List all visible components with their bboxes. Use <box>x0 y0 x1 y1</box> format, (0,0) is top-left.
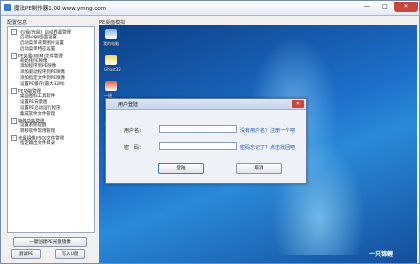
collapse-toggle-icon[interactable]: - <box>11 88 17 94</box>
tree-item[interactable]: 桌面图标工具软件 <box>20 94 55 100</box>
config-panel: 配置信息 - 《U盘/光盘》启动界面管理 启动Logo画面设置 启动菜单背景图片设置启… <box>7 19 95 261</box>
config-panel-label: 配置信息 <box>7 20 28 26</box>
tree-item-label: 设置PE缓存(最大32M) <box>20 82 65 88</box>
login-dialog-close-button[interactable]: ✕ <box>292 100 304 108</box>
tree-item-label: 设置系统提醒 <box>20 123 47 129</box>
collapse-toggle-icon[interactable]: - <box>11 135 17 142</box>
login-button[interactable]: 登陆 <box>158 163 204 174</box>
computer-icon-label: 我的电脑 <box>103 41 119 46</box>
tree-item-label: 启动菜单特征设置 <box>20 46 56 52</box>
tree-item[interactable]: 启动菜单背景图片设置 <box>20 41 64 47</box>
tree-item-label: 集成软件文件管理 <box>20 111 56 117</box>
tree-item[interactable]: 添加指定文件到PE映像 <box>20 76 65 82</box>
config-tree[interactable]: - 《U盘/光盘》启动界面管理 启动Logo画面设置 启动菜单背景图片设置 启动菜单特征… <box>7 26 95 233</box>
cancel-button[interactable]: 取消 <box>236 163 282 174</box>
tree-item[interactable]: 设置PE背景图 <box>20 100 47 106</box>
login-dialog-title: 用户登陆 <box>118 102 139 108</box>
tree-item-label: 添加指定文件到PE映像 <box>20 76 65 82</box>
login-dialog-titlebar: 用户登陆 ✕ <box>106 99 306 110</box>
watermark-logo: 一只锦鲤 <box>369 251 394 258</box>
tree-item-label: 添加程序到PE映像 <box>20 64 57 70</box>
tool-icon[interactable] <box>105 81 117 91</box>
app-window: 魔法PE制作器1.00 www.ymng.com — □ ✕ 配置信息 - 《U盘… <box>0 0 420 264</box>
tree-item-label: 指定输出文件目录 <box>20 141 56 147</box>
create-iso-button[interactable]: 一键创建PE光盘镜像 <box>13 237 87 247</box>
tree-item[interactable]: 启动菜单特征设置 <box>20 47 55 53</box>
forgot-password-link[interactable]: 密码忘记了？点击找回吧 <box>240 144 295 151</box>
tree-item-label: 设置PE背景图 <box>20 99 48 105</box>
tree-item-label: 添加驱动程序到PE映像 <box>20 70 65 76</box>
computer-icon[interactable] <box>105 29 117 39</box>
tree-item[interactable]: 集成软件文件管理 <box>20 112 55 118</box>
test-pe-button[interactable]: 测试PE <box>11 249 41 259</box>
tree-item-label: 设置PE启动运行程序 <box>20 105 61 111</box>
collapse-toggle-icon[interactable]: - <box>11 117 17 124</box>
app-icon <box>4 4 11 11</box>
password-input[interactable] <box>159 142 237 150</box>
collapse-toggle-icon[interactable]: - <box>11 29 17 35</box>
tree-item-label: 启动Logo画面设置 <box>20 34 57 40</box>
collapse-toggle-icon[interactable]: - <box>11 52 17 59</box>
username-label: 用户名： <box>124 128 145 134</box>
window-title: 魔法PE制作器1.00 www.ymng.com <box>14 6 107 12</box>
login-dialog: 用户登陆 ✕ 用户名： 没有用户名？注册一个吧 密 码： 密码忘记了？点击找回吧… <box>105 98 307 184</box>
ghost-icon-label: Ghost32 <box>104 67 121 72</box>
ghost-icon[interactable] <box>105 55 117 65</box>
tree-item-label: 初始化PE映像 <box>20 58 48 64</box>
tree-item[interactable]: 设置PE缓存(最大32M) <box>20 82 65 88</box>
tree-item[interactable]: 设置PE启动运行程序 <box>20 106 61 112</box>
close-button[interactable]: ✕ <box>394 2 418 12</box>
tree-item[interactable]: 添加驱动程序到PE映像 <box>20 70 65 76</box>
tree-item[interactable]: 启动Logo画面设置 <box>20 35 57 41</box>
register-link[interactable]: 没有用户名？注册一个吧 <box>240 127 295 134</box>
write-usb-button[interactable]: 写入U盘 <box>55 249 85 259</box>
password-label: 密 码： <box>124 145 145 151</box>
title-bar: 魔法PE制作器1.00 www.ymng.com — □ ✕ <box>1 1 419 16</box>
username-input[interactable] <box>159 125 237 133</box>
tree-item[interactable]: 指定输出文件目录 <box>20 141 55 147</box>
tree-item-label: 启动菜单背景图片设置 <box>20 40 64 46</box>
tree-item-label: 转移软件常用管理 <box>20 129 56 135</box>
tree-item[interactable]: 转移软件常用管理 <box>20 129 55 135</box>
maximize-button[interactable]: □ <box>376 2 394 12</box>
tree-item-label: 桌面图标工具软件 <box>20 93 56 99</box>
minimize-button[interactable]: — <box>358 2 376 12</box>
